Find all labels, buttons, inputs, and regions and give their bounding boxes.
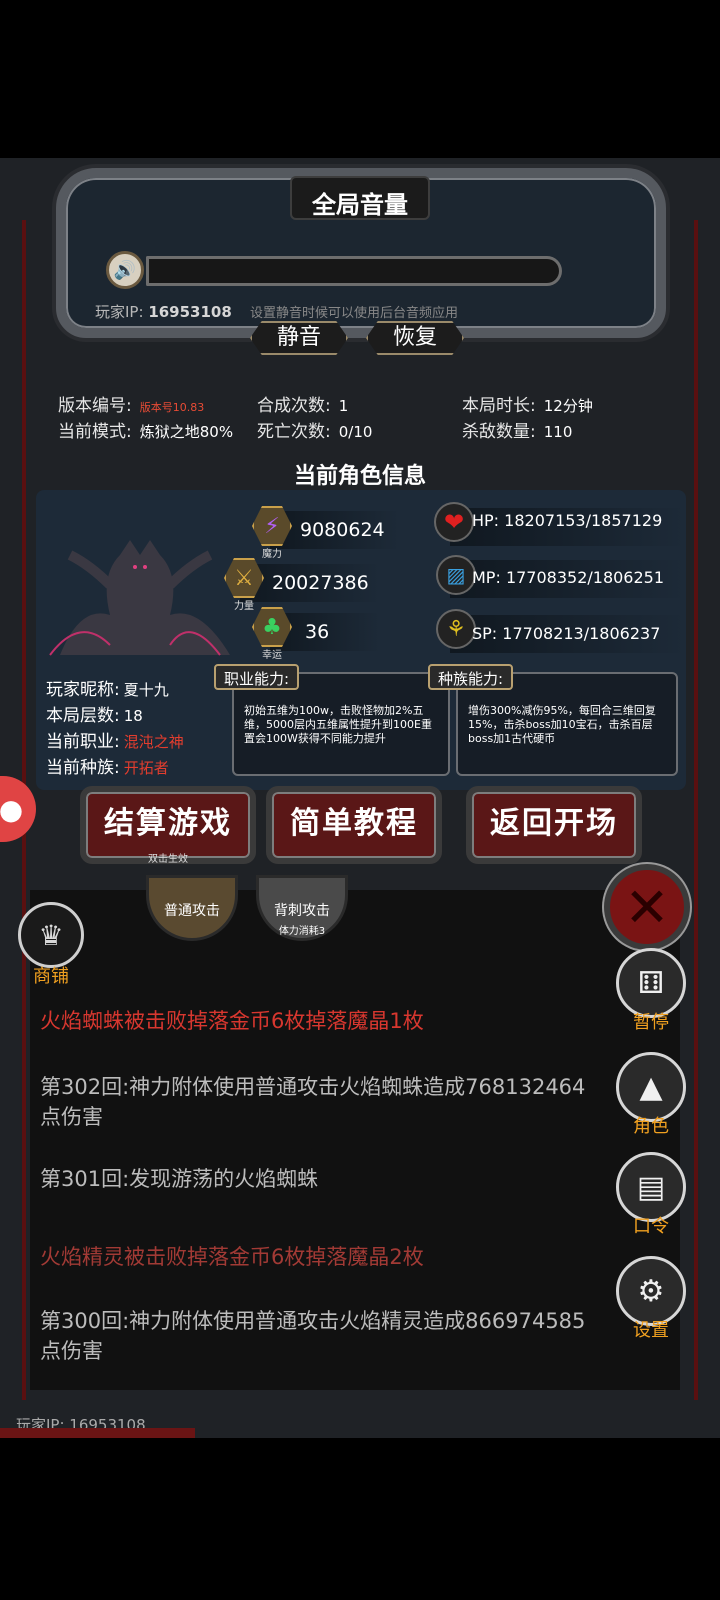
restore-button[interactable]: 恢复 [366,321,464,355]
player-ip-label: 玩家IP: [95,303,144,321]
power-caption: 力量 [234,601,254,612]
settings-label: 设置 [633,1320,669,1341]
back-attack-button[interactable]: 背刺攻击 体力消耗3 [256,875,348,941]
power-value: 20027386 [272,572,369,594]
speaker-icon[interactable]: 🔊 [106,251,144,289]
log-entry: 第302回:神力附体使用普通攻击火焰蜘蛛造成768132464点伤害 [40,1075,586,1129]
floor-value: 18 [123,707,143,725]
tutorial-button[interactable]: 简单教程 [266,786,442,864]
race-label: 当前种族: [46,758,120,778]
back-attack-label: 背刺攻击 [274,903,330,919]
shop-icon[interactable]: ♛ [18,902,84,968]
synth-stat: 合成次数: 1 [257,391,348,416]
shop-label: 商铺 [33,966,69,987]
hp-value: 18207153/1857129 [504,511,663,530]
version-stat: 版本编号: 版本号10.83 [58,391,204,416]
job-ability-tag: 职业能力: [214,664,300,690]
time-label: 本局时长: [462,396,536,416]
character-section-title: 当前角色信息 [293,464,426,489]
job-value: 混沌之神 [123,733,184,751]
race-value: 开拓者 [123,759,169,777]
floor-label: 本局层数: [46,706,120,726]
luck-value: 36 [305,621,330,643]
synth-value: 1 [338,397,349,415]
volume-slider[interactable] [146,256,562,286]
magic-value: 9080624 [300,519,385,541]
pause-label: 暂停 [633,1012,669,1033]
player-ip: 玩家IP: 16953108 [95,301,232,322]
volume-title: 全局音量 [312,191,408,219]
mute-button[interactable]: 静音 [250,321,348,355]
mp-label: MP: [472,568,501,587]
player-ip-value: 16953108 [148,303,232,321]
nickname-value: 夏十九 [123,681,169,699]
log-entry: 第301回:发现游荡的火焰蜘蛛 [40,1167,319,1191]
monster-portrait [49,540,230,656]
settle-hint: 双击生效 [148,854,188,865]
kill-label: 杀敌数量: [462,422,536,442]
job-line: 当前职业: 混沌之神 [46,727,184,752]
log-entry: 第300回:神力附体使用普通攻击火焰精灵造成866974585点伤害 [40,1309,586,1363]
version-value: 版本号10.83 [139,401,205,414]
job-ability-text: 初始五维为100w，击败怪物加2%五维，5000层内五维属性提升到100E重置会… [244,704,432,745]
death-label: 死亡次数: [257,422,331,442]
mode-stat: 当前模式: 炼狱之地80% [58,417,233,442]
mode-value: 炼狱之地80% [139,423,234,441]
sp-label: SP: [472,624,498,643]
job-label: 当前职业: [46,732,120,752]
mp-value: 17708352/1806251 [505,568,665,587]
footer-bar [0,1428,195,1438]
time-value: 12分钟 [543,397,593,415]
race-ability-text: 增伤300%减伤95%，每回合三维回复15%，击杀boss加10宝石，击杀百层b… [468,704,656,745]
magic-caption: 魔力 [262,549,282,560]
luck-caption: 幸运 [262,650,282,661]
mp-stat: MP: 17708352/1806251 [472,568,664,587]
time-stat: 本局时长: 12分钟 [462,391,593,416]
back-attack-cost: 体力消耗3 [278,926,326,937]
mana-icon: ▨ [436,555,476,595]
log-entry: 火焰精灵被击败掉落金币6枚掉落魔晶2枚 [40,1245,424,1269]
normal-attack-label: 普通攻击 [164,903,220,919]
mode-label: 当前模式: [58,422,132,442]
kill-stat: 杀敌数量: 110 [462,417,572,442]
death-stat: 死亡次数: 0/10 [257,417,372,442]
code-label: 口令 [633,1216,669,1237]
nickname-line: 玩家昵称: 夏十九 [46,675,169,700]
race-line: 当前种族: 开拓者 [46,753,169,778]
floor-line: 本局层数: 18 [46,701,143,726]
strength-icon: ⚘ [436,609,476,649]
heart-icon: ❤ [434,502,474,542]
return-start-button[interactable]: 返回开场 [466,786,642,864]
nickname-label: 玩家昵称: [46,680,120,700]
hp-stat: HP: 18207153/1857129 [472,511,662,530]
role-label: 角色 [633,1116,669,1137]
hp-label: HP: [472,511,500,530]
death-value: 0/10 [338,423,373,441]
version-label: 版本编号: [58,396,132,416]
sp-stat: SP: 17708213/1806237 [472,624,660,643]
sp-value: 17708213/1806237 [502,624,661,643]
race-ability-tag: 种族能力: [428,664,514,690]
volume-hint: 设置静音时候可以使用后台音频应用 [250,306,459,321]
kill-value: 110 [543,423,573,441]
frame-edge-right [694,220,698,1400]
synth-label: 合成次数: [257,396,331,416]
log-entry: 火焰蜘蛛被击败掉落金币6枚掉落魔晶1枚 [40,1009,424,1033]
close-icon[interactable]: ✕ [604,864,690,950]
